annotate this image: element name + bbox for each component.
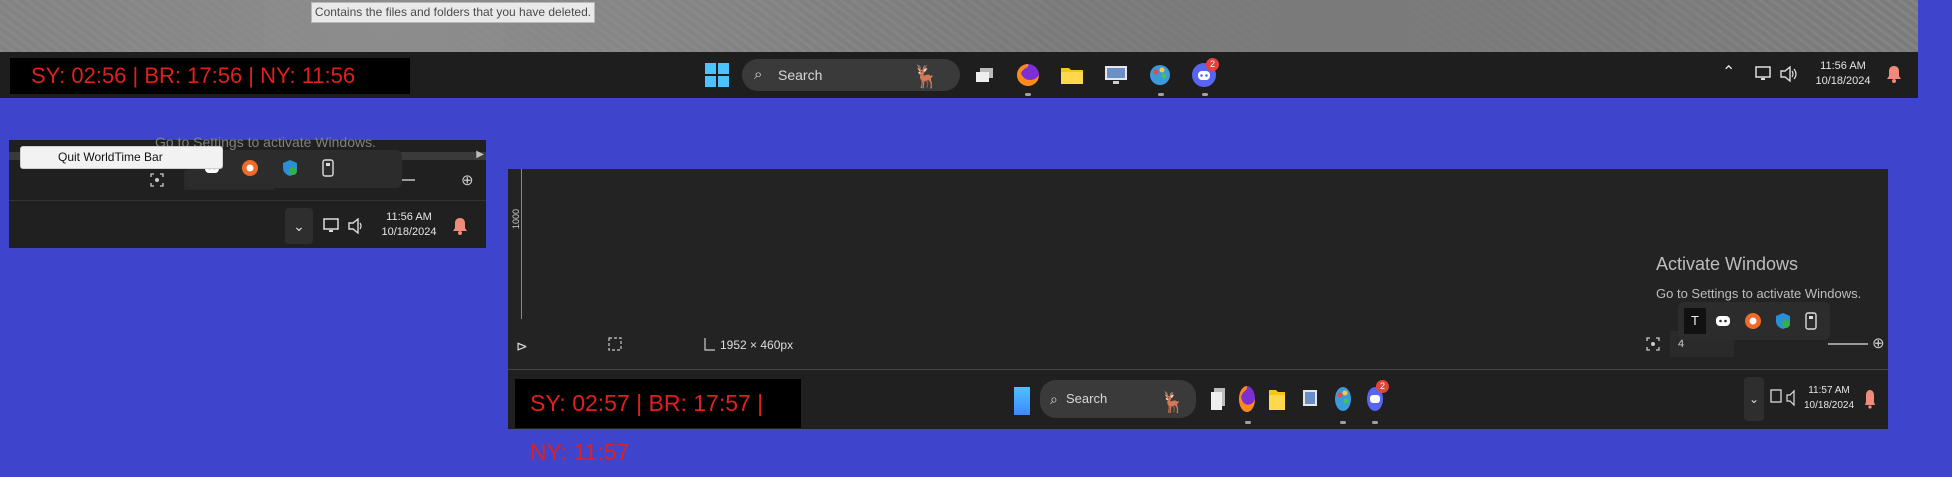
pen-tool-icon[interactable]: T — [1684, 308, 1706, 334]
zoom-in-icon[interactable]: ⊕ — [461, 171, 474, 189]
network-icon[interactable] — [1770, 389, 1782, 412]
taskbar-bottom: SY: 02:57 | BR: 17:57 | NY: 11:57 ⌕ Sear… — [508, 369, 1888, 465]
discord-icon[interactable] — [1714, 312, 1732, 335]
task-view-icon[interactable] — [970, 60, 1000, 90]
paint-icon[interactable] — [1334, 385, 1352, 418]
chevron-down-icon[interactable]: ⌄ — [285, 208, 313, 244]
vertical-ruler: 1000 — [508, 169, 522, 319]
context-menu-quit-worldtime[interactable]: Quit WorldTime Bar — [20, 146, 223, 169]
recycle-bin-tooltip: Contains the files and folders that you … — [311, 2, 595, 23]
brave-icon[interactable] — [1744, 312, 1762, 335]
taskbar-top: SY: 02:56 | BR: 17:56 | NY: 11:56 ⌕ Sear… — [0, 52, 1918, 98]
discord-notification-badge: 2 — [1376, 380, 1389, 393]
zoom-in-icon[interactable]: ⊕ — [1872, 334, 1885, 352]
desktop-wallpaper: Contains the files and folders that you … — [0, 0, 1918, 52]
windows-start-icon[interactable] — [1014, 387, 1030, 415]
search-placeholder: Search — [1066, 391, 1108, 406]
pointer-tool-icon[interactable]: ⊳ — [516, 338, 528, 355]
divider — [9, 200, 486, 201]
defender-icon[interactable] — [1774, 312, 1792, 335]
canvas-size-icon — [704, 337, 716, 356]
volume-icon[interactable] — [348, 217, 366, 239]
tray-clock[interactable]: 11:56 AM 10/18/2024 — [374, 210, 444, 240]
firefox-running-indicator — [1025, 93, 1031, 96]
task-view-icon[interactable] — [1210, 387, 1226, 416]
search-highlight-image: 🦌 — [1160, 392, 1185, 414]
firefox-icon[interactable] — [1238, 385, 1256, 418]
tray-time: 11:56 AM — [386, 211, 432, 223]
taskbar-search-box[interactable]: ⌕ Search 🦌 — [1040, 380, 1196, 418]
taskbar-divider — [508, 369, 1888, 370]
paint-running-indicator — [1158, 93, 1164, 96]
activate-windows-title: Activate Windows — [1656, 254, 1799, 274]
discord-running-indicator — [1202, 93, 1208, 96]
search-highlight-image: 🦌 — [912, 64, 940, 89]
taskbar-search-box[interactable]: ⌕ Search 🦌 — [742, 59, 960, 91]
chevron-up-icon[interactable]: ⌃ — [1722, 65, 1735, 81]
worldtime-clock-bar[interactable]: SY: 02:57 | BR: 17:57 | NY: 11:57 — [515, 379, 801, 465]
usb-icon[interactable] — [321, 159, 335, 182]
volume-icon[interactable] — [1786, 389, 1798, 412]
fit-screen-icon[interactable] — [1646, 337, 1660, 356]
volume-icon[interactable] — [1780, 65, 1798, 87]
search-placeholder: Search — [778, 67, 823, 83]
paint-icon[interactable] — [1145, 60, 1175, 90]
defender-icon[interactable] — [281, 159, 299, 182]
search-icon: ⌕ — [1050, 391, 1058, 407]
discord-notification-badge: 2 — [1206, 58, 1219, 71]
file-explorer-icon[interactable] — [1057, 60, 1087, 90]
scroll-right-arrow-icon[interactable]: ▶ — [476, 149, 484, 160]
brave-icon[interactable] — [241, 159, 259, 182]
canvas-dimensions: 1952 × 460px — [720, 338, 794, 352]
tray-date: 10/18/2024 — [1815, 75, 1871, 87]
activate-windows-subtitle: Go to Settings to activate Windows. — [1656, 286, 1862, 301]
selection-tool-icon[interactable] — [608, 337, 622, 356]
tray-time: 11:56 AM — [1820, 60, 1866, 72]
tray-date: 10/18/2024 — [1804, 400, 1855, 411]
usb-icon[interactable] — [1804, 312, 1818, 335]
network-icon[interactable] — [323, 218, 341, 239]
tray-clock[interactable]: 11:57 AM 10/18/2024 — [1804, 383, 1854, 413]
ruler-label: 1000 — [511, 208, 522, 230]
tray-date: 10/18/2024 — [381, 226, 437, 238]
tray-time: 11:57 AM — [1808, 385, 1850, 396]
firefox-running-indicator — [1245, 421, 1251, 424]
remote-desktop-icon[interactable] — [1101, 60, 1131, 90]
tray-clock[interactable]: 11:56 AM 10/18/2024 — [1808, 59, 1878, 89]
paint-running-indicator — [1340, 421, 1346, 424]
worldtime-clock-bar[interactable]: SY: 02:56 | BR: 17:56 | NY: 11:56 — [10, 58, 410, 94]
file-explorer-icon[interactable] — [1268, 387, 1286, 416]
firefox-icon[interactable] — [1013, 60, 1043, 90]
search-icon: ⌕ — [754, 66, 763, 83]
tray-overflow-flyout: T — [1678, 302, 1830, 340]
bell-icon[interactable] — [1864, 389, 1876, 414]
bell-icon[interactable] — [452, 217, 468, 240]
windows-start-icon[interactable] — [705, 63, 729, 87]
bell-icon[interactable] — [1886, 65, 1902, 88]
chevron-down-icon[interactable]: ⌄ — [1744, 377, 1764, 421]
discord-running-indicator — [1372, 421, 1378, 424]
fit-screen-icon[interactable] — [150, 173, 164, 192]
zoom-slider[interactable] — [1828, 343, 1868, 345]
network-icon[interactable] — [1755, 66, 1773, 87]
remote-desktop-icon[interactable] — [1302, 389, 1318, 416]
